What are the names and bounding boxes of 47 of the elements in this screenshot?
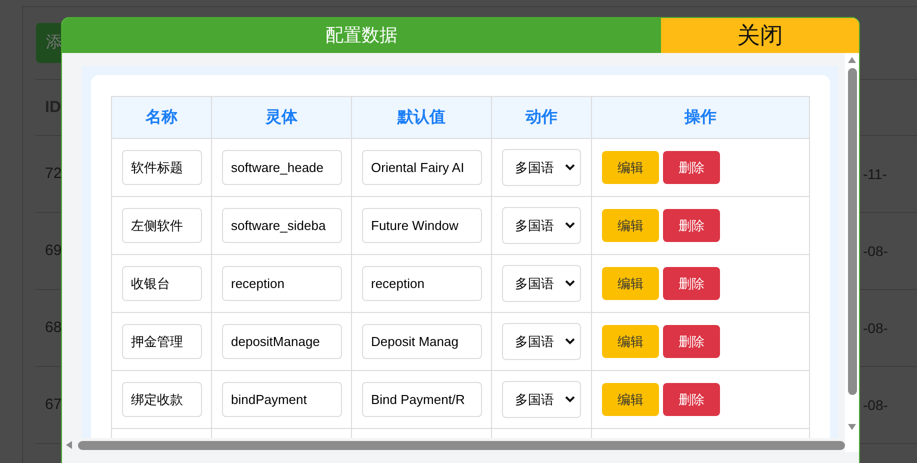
text-field[interactable]: 押金管理 <box>122 324 202 359</box>
text-field[interactable]: reception <box>362 266 482 301</box>
language-select[interactable]: 多国语 <box>502 323 581 360</box>
edit-button[interactable]: 编辑 <box>602 325 659 358</box>
delete-button[interactable]: 删除 <box>663 325 720 358</box>
column-header: 动作 <box>492 97 592 139</box>
edit-button[interactable]: 编辑 <box>602 209 659 242</box>
language-select[interactable]: 多国语 <box>502 265 581 302</box>
delete-button[interactable]: 删除 <box>663 383 720 416</box>
column-header: 名称 <box>112 97 212 139</box>
close-button[interactable]: 关闭 <box>661 18 859 53</box>
chevron-down-icon <box>565 222 575 229</box>
text-field[interactable]: bindPayment <box>222 382 342 417</box>
text-field[interactable]: 绑定收款 <box>122 382 202 417</box>
scroll-down-icon <box>848 424 856 430</box>
dialog-title: 配置数据 <box>62 18 661 53</box>
column-header: 灵体 <box>212 97 352 139</box>
text-field[interactable]: reception <box>222 266 342 301</box>
text-field[interactable]: 软件标题 <box>122 150 202 185</box>
delete-button[interactable]: 删除 <box>663 267 720 300</box>
text-field[interactable]: 左侧软件 <box>122 208 202 243</box>
vertical-scrollbar-thumb[interactable] <box>848 68 856 395</box>
text-field[interactable]: Deposit Manag <box>362 324 482 359</box>
language-select[interactable]: 多国语 <box>502 381 581 418</box>
edit-button[interactable]: 编辑 <box>602 267 659 300</box>
language-select[interactable]: 多国语 <box>502 149 581 186</box>
text-field[interactable]: Oriental Fairy AI <box>362 150 482 185</box>
edit-button[interactable]: 编辑 <box>602 383 659 416</box>
delete-button[interactable]: 删除 <box>663 209 720 242</box>
edit-button[interactable]: 编辑 <box>602 151 659 184</box>
column-header: 默认值 <box>352 97 492 139</box>
text-field[interactable]: software_sideba <box>222 208 342 243</box>
scroll-left-icon <box>66 441 72 449</box>
horizontal-scrollbar-thumb[interactable] <box>78 440 845 450</box>
language-select[interactable]: 多国语 <box>502 207 581 244</box>
chevron-down-icon <box>565 280 575 287</box>
chevron-down-icon <box>565 396 575 403</box>
text-field[interactable]: Bind Payment/R <box>362 382 482 417</box>
chevron-down-icon <box>565 164 575 171</box>
delete-button[interactable]: 删除 <box>663 151 720 184</box>
text-field[interactable]: 收银台 <box>122 266 202 301</box>
text-field[interactable]: depositManage <box>222 324 342 359</box>
column-header: 操作 <box>592 97 810 139</box>
chevron-down-icon <box>565 338 575 345</box>
text-field[interactable]: Future Window <box>362 208 482 243</box>
scroll-up-icon <box>848 57 856 63</box>
text-field[interactable]: software_heade <box>222 150 342 185</box>
